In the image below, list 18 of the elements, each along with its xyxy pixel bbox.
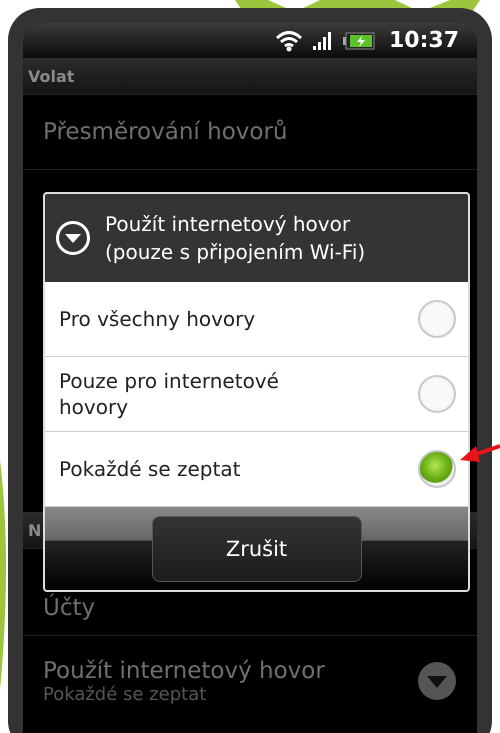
radio-button[interactable] [418, 300, 456, 338]
option-label: Pro všechny hovory [59, 306, 256, 332]
signal-icon [312, 32, 333, 50]
option-label: Pouze pro internetové hovory [59, 368, 280, 420]
chevron-down-circle-icon [55, 220, 91, 256]
option-label: Pokaždé se zeptat [59, 456, 242, 482]
section-header: Volat [28, 66, 74, 86]
section-header: N [28, 520, 42, 540]
wifi-icon [274, 30, 303, 52]
dialog-title: Použít internetový hovor (pouze s připojením Wi-Fi) [105, 211, 366, 266]
battery-icon [342, 32, 375, 50]
radio-button[interactable] [418, 450, 456, 488]
radio-button[interactable] [418, 375, 456, 413]
settings-item[interactable]: Přesměrování hovorů [23, 95, 477, 170]
cancel-button[interactable]: Zrušit [152, 516, 362, 582]
dropdown-icon [417, 661, 457, 701]
settings-item[interactable]: Použít internetový hovor Pokaždé se zeptat [23, 636, 477, 726]
clock-time: 10:37 [388, 28, 459, 53]
